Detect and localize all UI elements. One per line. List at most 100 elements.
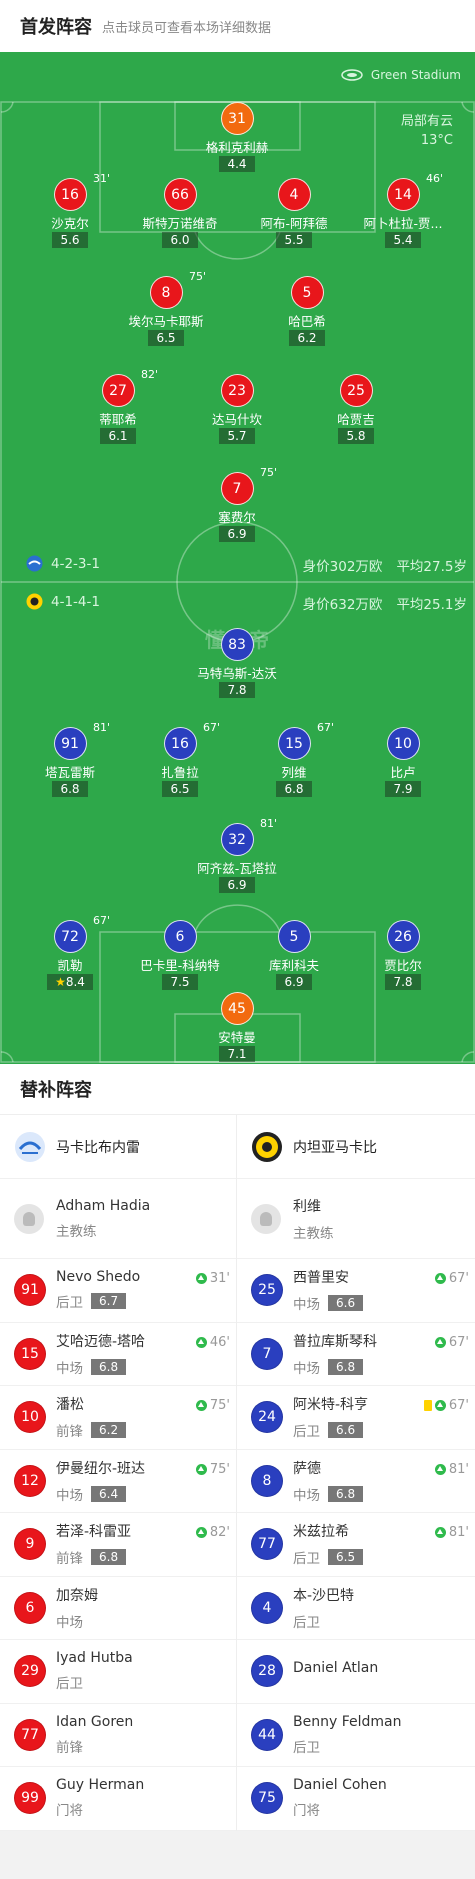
sub-position: 后卫 (293, 1739, 320, 1756)
sub-position: 中场 (293, 1487, 320, 1504)
away-player-15[interactable]: 15 67' 列维 6.8 (234, 721, 354, 797)
page-subtitle: 点击球员可查看本场详细数据 (102, 20, 272, 36)
away-sub-4[interactable]: 4 本-沙巴特 后卫 (237, 1577, 475, 1640)
away-player-91[interactable]: 91 81' 塔瓦雷斯 6.8 (10, 721, 130, 797)
home-sub-99[interactable]: 99 Guy Herman 门将 (0, 1767, 236, 1831)
player-rating: 5.7 (219, 428, 255, 444)
sub-in-minute: 81' (448, 1461, 469, 1477)
player-name: 阿卜杜拉-贾... (363, 216, 443, 229)
player-rating: 7.9 (385, 781, 421, 797)
home-team-avg-age: 平均27.5岁 (396, 559, 467, 575)
sub-in-icon (195, 1527, 207, 1538)
home-team-row[interactable]: 马卡比布内雷 (0, 1115, 236, 1179)
away-team-crest-icon (26, 593, 43, 610)
away-coach-row[interactable]: 利维 主教练 (237, 1179, 475, 1259)
away-player-5[interactable]: 5 库利科夫 6.9 (234, 920, 354, 990)
pitch: Green Stadium 局部有云 13°C 懂球帝 4-2-3-1 身价30… (0, 52, 475, 1064)
away-sub-75[interactable]: 75 Daniel Cohen 门将 (237, 1767, 475, 1831)
player-number: 7 (220, 472, 254, 505)
home-player-31[interactable]: 31 格利克利赫 4.4 (177, 102, 297, 172)
away-sub-24[interactable]: 24 阿米特-科亨 后卫 6.6 67' (237, 1386, 475, 1450)
sub-position: 门将 (56, 1803, 83, 1820)
home-player-8[interactable]: 8 75' 埃尔马卡耶斯 6.5 (106, 270, 226, 346)
away-team-crest-icon (252, 1131, 282, 1162)
player-rating: 7.1 (219, 1046, 255, 1062)
player-rating-value: 7.8 (227, 683, 247, 697)
player-rating: 7.8 (219, 682, 255, 698)
sub-name: Guy Herman (56, 1777, 145, 1794)
home-sub-10[interactable]: 10 潘松 前锋 6.2 75' (0, 1386, 236, 1450)
away-sub-7[interactable]: 7 普拉库斯琴科 中场 6.8 67' (237, 1323, 475, 1386)
home-sub-9[interactable]: 9 若泽-科雷亚 前锋 6.8 82' (0, 1513, 236, 1577)
sub-number: 4 (251, 1591, 283, 1624)
away-player-10[interactable]: 10 比卢 7.9 (343, 727, 463, 797)
player-rating: 4.4 (219, 156, 255, 172)
weather-temperature: 13°C (420, 133, 453, 148)
home-sub-77[interactable]: 77 Idan Goren 前锋 (0, 1704, 236, 1767)
player-name: 蒂耶希 (99, 412, 137, 425)
home-player-66[interactable]: 66 斯特万诺维奇 6.0 (120, 178, 240, 248)
home-sub-15[interactable]: 15 艾哈迈德-塔哈 中场 6.8 46' (0, 1323, 236, 1386)
away-player-16[interactable]: 16 67' 扎鲁拉 6.5 (120, 721, 240, 797)
weather-info: 局部有云 13°C (401, 112, 453, 150)
home-player-4[interactable]: 4 阿布-阿拜德 5.5 (234, 178, 354, 248)
away-player-26[interactable]: 26 贾比尔 7.8 (343, 920, 463, 990)
player-number: 6 (163, 920, 197, 953)
player-rating-value: 6.5 (156, 331, 176, 345)
sub-position: 前锋 (56, 1551, 83, 1568)
home-sub-91[interactable]: 91 Nevo Shedo 后卫 6.7 31' (0, 1259, 236, 1323)
player-number: 16 (53, 178, 87, 211)
home-player-27[interactable]: 27 82' 蒂耶希 6.1 (58, 368, 178, 444)
player-rating-value: 6.9 (227, 527, 247, 541)
away-player-72[interactable]: 72 67' 凯勒 ★8.4 (10, 914, 130, 990)
player-rating-value: 6.0 (170, 233, 190, 247)
lineup-header: 首发阵容 点击球员可查看本场详细数据 (0, 0, 475, 52)
away-player-6[interactable]: 6 巴卡里-科纳特 7.5 (120, 920, 240, 990)
sub-in-icon (434, 1463, 446, 1475)
player-number: 31 (220, 102, 254, 135)
sub-minute: 67' (203, 721, 221, 734)
sub-position: 中场 (293, 1360, 320, 1377)
away-player-45[interactable]: 45 安特曼 7.1 (177, 992, 297, 1062)
away-formation: 4-1-4-1 (26, 593, 100, 610)
away-player-32[interactable]: 32 81' 阿齐兹-瓦塔拉 6.9 (177, 817, 297, 893)
home-player-23[interactable]: 23 达马什坎 5.7 (177, 374, 297, 444)
coach-avatar-icon (14, 1203, 44, 1234)
home-team-crest-icon (26, 555, 43, 572)
player-name: 斯特万诺维奇 (142, 216, 218, 229)
sub-in-icon (434, 1273, 446, 1284)
sub-position: 中场 (56, 1360, 83, 1377)
home-sub-6[interactable]: 6 加奈姆 中场 (0, 1577, 236, 1640)
away-sub-44[interactable]: 44 Benny Feldman 后卫 (237, 1704, 475, 1767)
sub-number: 15 (14, 1337, 46, 1370)
home-coach-row[interactable]: Adham Hadia 主教练 (0, 1179, 236, 1259)
home-sub-12[interactable]: 12 伊曼纽尔-班达 中场 6.4 75' (0, 1450, 236, 1513)
away-sub-25[interactable]: 25 西普里安 中场 6.6 67' (237, 1259, 475, 1323)
sub-name: 西普里安 (293, 1270, 349, 1287)
home-player-16[interactable]: 16 31' 沙克尔 5.6 (10, 172, 130, 248)
home-player-14[interactable]: 14 46' 阿卜杜拉-贾... 5.4 (343, 172, 463, 248)
player-rating: 6.9 (276, 974, 312, 990)
player-name: 达马什坎 (211, 412, 262, 425)
away-team-row[interactable]: 内坦亚马卡比 (237, 1115, 475, 1179)
player-number: 66 (163, 178, 197, 211)
home-player-5[interactable]: 5 哈巴希 6.2 (247, 276, 367, 346)
sub-number: 12 (14, 1464, 46, 1497)
sub-number: 75 (251, 1782, 283, 1815)
sub-name: 普拉库斯琴科 (293, 1333, 377, 1350)
player-rating: ★8.4 (47, 974, 93, 990)
sub-minute: 67' (317, 721, 335, 734)
sub-name: 米兹拉希 (293, 1524, 349, 1541)
player-name: 扎鲁拉 (161, 765, 199, 778)
away-sub-77[interactable]: 77 米兹拉希 后卫 6.5 81' (237, 1513, 475, 1577)
sub-in-icon (195, 1273, 207, 1284)
away-sub-8[interactable]: 8 萨德 中场 6.8 81' (237, 1450, 475, 1513)
home-player-25[interactable]: 25 哈贾吉 5.8 (296, 374, 416, 444)
player-number: 16 (163, 727, 197, 760)
player-name: 格利克利赫 (205, 140, 269, 153)
home-sub-29[interactable]: 29 Iyad Hutba 后卫 (0, 1640, 236, 1704)
away-sub-28[interactable]: 28 Daniel Atlan (237, 1640, 475, 1704)
sub-name: Benny Feldman (293, 1713, 402, 1730)
home-player-7[interactable]: 7 75' 塞费尔 6.9 (177, 466, 297, 542)
away-player-83[interactable]: 83 马特乌斯-达沃 7.8 (177, 628, 297, 698)
